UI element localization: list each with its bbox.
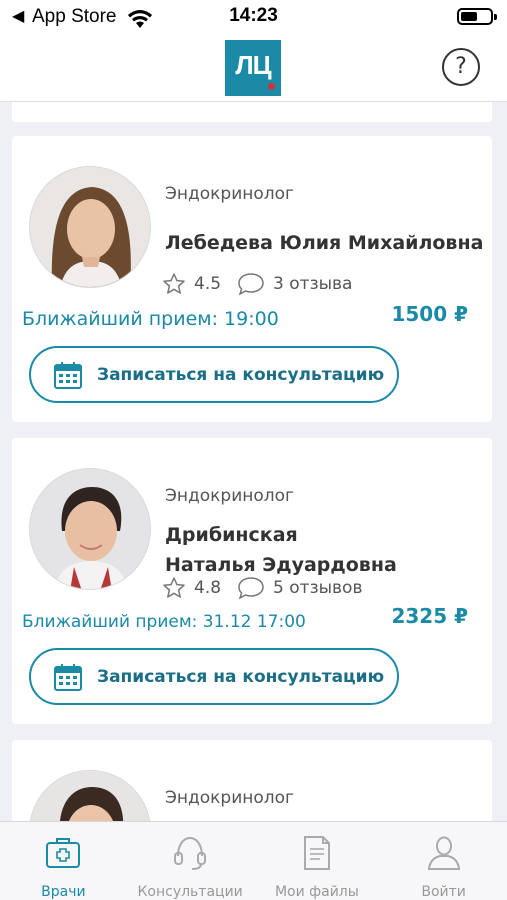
doctor-avatar <box>29 468 151 590</box>
logo-text: ЛЦ <box>235 50 271 80</box>
doctor-card[interactable]: Эндокринолог Лебедева Юлия Михайловна 4.… <box>12 136 492 422</box>
bottom-tab-bar: Врачи Консультации Мои файлы Войти <box>0 821 507 900</box>
consultation-price: 2325 ₽ <box>391 604 468 628</box>
doctor-reviews[interactable]: 3 отзыва <box>273 274 352 294</box>
tab-login[interactable]: Войти <box>380 822 507 900</box>
consultation-price: 1500 ₽ <box>391 302 468 326</box>
tab-doctors[interactable]: Врачи <box>0 822 127 900</box>
doctor-specialty: Эндокринолог <box>165 486 294 506</box>
tab-consultations-label: Консультации <box>137 884 243 900</box>
comment-icon <box>238 577 264 600</box>
logo-dot <box>268 83 275 90</box>
doctor-name[interactable]: Лебедева Юлия Михайловна <box>165 228 483 258</box>
tab-consultations[interactable]: Консультации <box>127 822 254 900</box>
tab-login-label: Войти <box>421 884 466 900</box>
doctor-avatar <box>29 166 151 288</box>
book-consultation-button[interactable]: Записаться на консультацию <box>29 648 399 705</box>
document-icon <box>303 836 330 870</box>
help-button[interactable]: ? <box>442 48 480 86</box>
doctor-rating-row: 4.5 3 отзыва <box>162 272 352 296</box>
doctor-card[interactable]: Эндокринолог <box>12 740 492 821</box>
book-consultation-label: Записаться на консультацию <box>97 666 385 687</box>
battery-icon <box>457 8 497 25</box>
headset-icon <box>174 836 207 870</box>
star-icon <box>163 577 185 598</box>
tab-doctors-label: Врачи <box>41 884 86 900</box>
star-icon <box>163 273 185 294</box>
next-appointment: Ближайший прием: 31.12 17:00 <box>22 612 306 632</box>
comment-icon <box>238 273 264 296</box>
doctor-surname: Дрибинская <box>165 524 298 546</box>
calendar-icon <box>54 361 82 389</box>
doctor-rating-row: 4.8 5 отзывов <box>162 576 362 600</box>
tab-my-files[interactable]: Мои файлы <box>254 822 381 900</box>
doctor-reviews[interactable]: 5 отзывов <box>273 578 362 598</box>
doctor-avatar <box>29 770 151 821</box>
doctor-list[interactable]: Эндокринолог Лебедева Юлия Михайловна 4.… <box>0 102 507 821</box>
doctor-rating: 4.8 <box>194 578 222 598</box>
doctor-name[interactable]: Дрибинская Наталья Эдуардовна <box>165 520 397 580</box>
doctor-rating: 4.5 <box>194 274 222 294</box>
next-appointment: Ближайший прием: 19:00 <box>22 308 279 330</box>
calendar-icon <box>54 663 82 691</box>
book-consultation-button[interactable]: Записаться на консультацию <box>29 346 399 403</box>
book-consultation-label: Записаться на консультацию <box>97 364 385 385</box>
doctor-bag-icon <box>46 838 81 868</box>
doctor-card <box>12 102 492 122</box>
clock: 14:23 <box>229 5 278 26</box>
app-logo: ЛЦ <box>225 40 281 96</box>
doctor-specialty: Эндокринолог <box>165 788 294 808</box>
doctor-card[interactable]: Эндокринолог Дрибинская Наталья Эдуардов… <box>12 438 492 724</box>
doctor-specialty: Эндокринолог <box>165 184 294 204</box>
tab-my-files-label: Мои файлы <box>274 884 359 900</box>
status-bar: ◀ App Store 14:23 <box>0 0 507 36</box>
app-header: ЛЦ ? <box>0 36 507 102</box>
person-icon <box>427 836 460 870</box>
